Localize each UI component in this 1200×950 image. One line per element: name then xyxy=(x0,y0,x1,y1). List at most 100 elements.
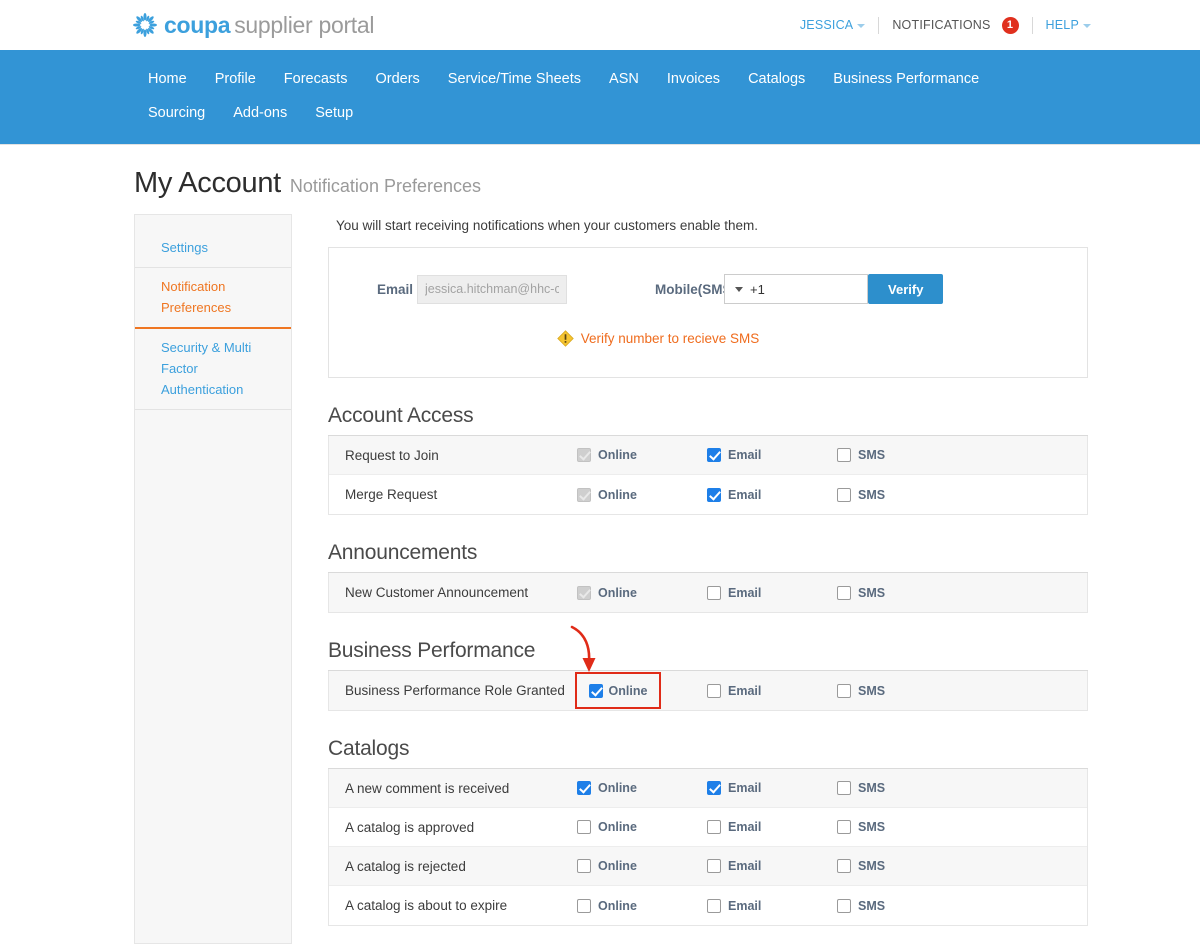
table-row: Merge Request Online Email SMS xyxy=(329,475,1087,514)
sidebar-item-settings[interactable]: Settings xyxy=(135,229,291,268)
table-row: New Customer Announcement Online Email SMS xyxy=(329,573,1087,612)
divider xyxy=(1031,16,1033,34)
checkbox-sms[interactable] xyxy=(837,448,851,462)
checkbox-cell-online: Online xyxy=(577,487,707,502)
checkbox-online xyxy=(577,585,591,600)
page-layout: Settings Notification Preferences Security… xyxy=(134,214,1200,944)
nav-item-forecasts[interactable]: Forecasts xyxy=(270,62,362,96)
preference-name: New Customer Announcement xyxy=(345,585,529,600)
phone-input-group: +1 Verify xyxy=(724,274,944,304)
checkbox-cell-email: Email xyxy=(707,487,837,502)
nav-item-home[interactable]: Home xyxy=(134,62,201,96)
checkbox-cell-email: Email xyxy=(707,683,837,698)
user-menu-jessica[interactable]: JESSICA xyxy=(800,18,866,32)
preference-table: New Customer Announcement Online Email SMS xyxy=(328,573,1088,613)
checkbox-online[interactable] xyxy=(588,683,603,698)
checkbox-cell-email: Email xyxy=(707,820,837,834)
nav-row-secondary: Sourcing Add-ons Setup xyxy=(0,96,1200,130)
brand-name-coupa: coupa xyxy=(164,11,231,38)
preference-table: Request to Join Online Email SMS Merge Reque… xyxy=(328,436,1088,515)
checkbox-sms[interactable] xyxy=(837,683,851,698)
nav-item-invoices[interactable]: Invoices xyxy=(653,62,734,96)
checkbox-online[interactable] xyxy=(577,820,591,834)
contact-info-box: Email Mobile(SMS) +1 Verify xyxy=(328,247,1088,378)
header-right-nav: JESSICA NOTIFICATIONS 1 HELP xyxy=(800,0,1091,50)
checkbox-label-sms: SMS xyxy=(858,820,886,834)
phone-number-input[interactable]: +1 xyxy=(724,274,869,304)
nav-item-add-ons[interactable]: Add-ons xyxy=(219,96,301,130)
checkbox-cell-online: Online xyxy=(577,781,707,795)
section-title-catalogs: Catalogs xyxy=(328,737,1088,769)
checkbox-email[interactable] xyxy=(707,781,721,795)
checkbox-label-online: Online xyxy=(598,859,637,873)
checkbox-cell-sms: SMS xyxy=(837,898,967,913)
checkbox-email[interactable] xyxy=(707,820,721,834)
checkbox-online[interactable] xyxy=(577,898,591,913)
checkbox-online xyxy=(577,448,591,462)
preference-name: A new comment is received xyxy=(345,780,510,796)
sidebar-item-security-multi-factor-authentication[interactable]: Security & Multi Factor Authentication xyxy=(135,329,291,410)
notification-sections: Account Access Request to Join Online Email… xyxy=(328,404,1088,926)
nav-item-setup[interactable]: Setup xyxy=(301,96,367,130)
checkbox-sms[interactable] xyxy=(837,487,851,502)
checkbox-sms[interactable] xyxy=(837,781,851,795)
checkbox-sms[interactable] xyxy=(837,585,851,600)
checkbox-label-sms: SMS xyxy=(858,487,886,502)
preference-name: Merge Request xyxy=(345,487,438,502)
sms-warning-text: Verify number to recieve SMS xyxy=(580,331,760,346)
nav-item-service-time-sheets[interactable]: Service/Time Sheets xyxy=(434,62,595,96)
checkbox-label-email: Email xyxy=(728,898,762,913)
page-title: My Account Notification Preferences xyxy=(134,167,1200,200)
sidebar-item-notification-preferences[interactable]: Notification Preferences xyxy=(135,268,291,329)
checkbox-sms[interactable] xyxy=(837,898,851,913)
checkbox-cell-sms: SMS xyxy=(837,781,967,795)
email-field[interactable] xyxy=(417,274,568,304)
checkbox-email[interactable] xyxy=(707,487,721,502)
checkbox-sms[interactable] xyxy=(837,820,851,834)
checkbox-email[interactable] xyxy=(707,898,721,913)
checkbox-cell-sms: SMS xyxy=(837,487,967,502)
nav-item-orders[interactable]: Orders xyxy=(361,62,433,96)
checkbox-sms[interactable] xyxy=(837,859,851,873)
checkbox-online[interactable] xyxy=(577,781,591,795)
checkbox-email[interactable] xyxy=(707,859,721,873)
nav-item-business-performance[interactable]: Business Performance xyxy=(819,62,993,96)
checkbox-email[interactable] xyxy=(707,448,721,462)
preference-name: A catalog is approved xyxy=(345,819,475,835)
checkbox-label-sms: SMS xyxy=(858,683,886,698)
checkbox-label-email: Email xyxy=(728,820,762,834)
sms-warning: Verify number to recieve SMS xyxy=(329,330,1087,347)
checkbox-label-sms: SMS xyxy=(858,585,886,600)
checkbox-cell-online: Online xyxy=(577,898,707,913)
brand-logo[interactable]: coupa supplier portal xyxy=(133,11,375,39)
checkbox-label-email: Email xyxy=(728,683,762,698)
nav-item-catalogs[interactable]: Catalogs xyxy=(734,62,819,96)
notifications-link[interactable]: NOTIFICATIONS 1 xyxy=(892,16,1019,34)
checkbox-online[interactable] xyxy=(577,859,591,873)
help-menu[interactable]: HELP xyxy=(1046,18,1091,32)
checkbox-email[interactable] xyxy=(707,585,721,600)
highlighted-online-cell: Online xyxy=(575,672,661,709)
checkbox-label-email: Email xyxy=(728,448,762,462)
notifications-badge: 1 xyxy=(1001,16,1019,34)
country-code-chevron-icon[interactable] xyxy=(735,286,744,292)
preference-name: A catalog is about to expire xyxy=(345,898,508,913)
checkbox-cell-email: Email xyxy=(707,448,837,462)
country-code-value: +1 xyxy=(750,281,765,297)
checkbox-cell-sms: SMS xyxy=(837,585,967,600)
nav-item-asn[interactable]: ASN xyxy=(595,62,653,96)
checkbox-label-email: Email xyxy=(728,487,762,502)
checkbox-label-online: Online xyxy=(598,487,637,502)
nav-item-profile[interactable]: Profile xyxy=(201,62,270,96)
nav-item-sourcing[interactable]: Sourcing xyxy=(134,96,219,130)
checkbox-email[interactable] xyxy=(707,683,721,698)
checkbox-label-sms: SMS xyxy=(858,781,886,795)
preference-name: Business Performance Role Granted xyxy=(345,683,565,698)
verify-button[interactable]: Verify xyxy=(868,274,944,304)
checkbox-online xyxy=(577,487,591,502)
preference-name: Request to Join xyxy=(345,447,439,463)
page-body: My Account Notification Preferences Sett… xyxy=(0,167,1200,944)
chevron-down-icon xyxy=(1083,24,1091,28)
checkbox-label-online: Online xyxy=(608,683,648,698)
checkbox-label-online: Online xyxy=(598,448,637,462)
